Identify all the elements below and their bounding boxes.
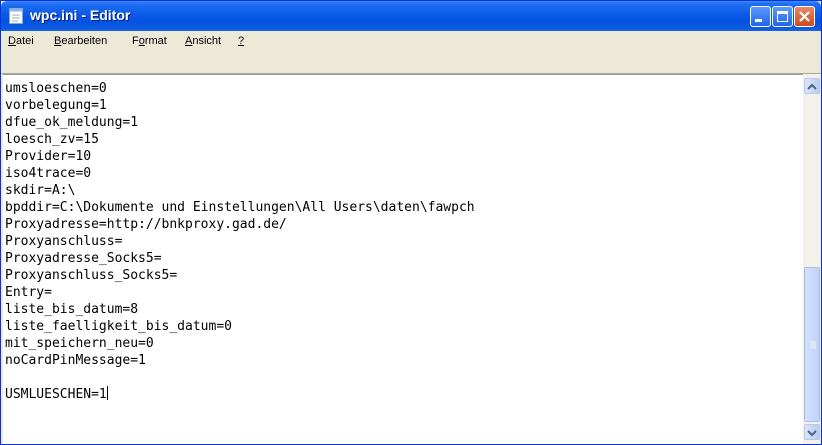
arrow-down-icon	[807, 430, 817, 437]
menu-item-help[interactable]: ?	[238, 35, 244, 47]
text-line: Proxyanschluss=	[5, 234, 123, 249]
text-caret	[106, 386, 108, 400]
vertical-scrollbar[interactable]	[803, 74, 821, 444]
minimize-button[interactable]	[750, 6, 771, 27]
text-line: bpddir=C:\Dokumente und Einstellungen\Al…	[5, 200, 475, 215]
menu-item-format[interactable]: Format	[132, 35, 167, 47]
text-line: dfue_ok_meldung=1	[5, 115, 139, 130]
text-line: Entry=	[5, 285, 52, 300]
arrow-up-icon	[807, 83, 817, 90]
menu-item-label: nsicht	[192, 35, 222, 47]
menu-item-ansicht[interactable]: Ansicht	[185, 35, 221, 47]
scrollbar-thumb[interactable]	[804, 267, 820, 422]
minimize-icon	[755, 19, 762, 22]
text-line: umsloeschen=0	[5, 81, 107, 96]
text-editor[interactable]: umsloeschen=0 vorbelegung=1 dfue_ok_meldun…	[3, 74, 803, 444]
text-line: Proxyadresse=http://bnkproxy.gad.de/	[5, 217, 287, 232]
text-line: USMLUESCHEN=1	[5, 386, 108, 402]
text-line: liste_bis_datum=8	[5, 302, 139, 317]
text-line: liste_faelligkeit_bis_datum=0	[5, 319, 232, 334]
mnemonic: D	[8, 35, 16, 47]
maximize-icon	[777, 11, 788, 22]
scroll-down-button[interactable]	[804, 424, 820, 440]
menu-item-bearbeiten[interactable]: Bearbeiten	[54, 35, 107, 47]
text-line: vorbelegung=1	[5, 98, 107, 113]
title-bar[interactable]: wpc.ini - Editor	[1, 1, 821, 31]
notepad-icon	[9, 8, 23, 24]
mnemonic: ?	[238, 35, 245, 47]
text-line: Proxyadresse_Socks5=	[5, 251, 162, 266]
text-line: Provider=10	[5, 149, 92, 164]
menu-bar: Datei Bearbeiten Format Ansicht ?	[1, 31, 821, 51]
maximize-button[interactable]	[772, 6, 793, 27]
menu-item-datei[interactable]: Datei	[8, 35, 34, 47]
grip-icon	[810, 341, 816, 349]
text-content[interactable]: umsloeschen=0 vorbelegung=1 dfue_ok_meldun…	[5, 80, 475, 403]
menu-item-label-pre: F	[132, 35, 139, 47]
scroll-up-button[interactable]	[804, 78, 820, 94]
menu-item-label: rmat	[144, 35, 167, 47]
text-line: loesch_zv=15	[5, 132, 99, 147]
menu-item-label: earbeiten	[61, 35, 108, 47]
editor-window: wpc.ini - Editor Datei Bearbeiten Format…	[0, 0, 822, 445]
close-button[interactable]	[794, 6, 815, 27]
text-line: Proxyanschluss_Socks5=	[5, 268, 178, 283]
menu-item-label: atei	[15, 35, 34, 47]
text-line: skdir=A:\	[5, 183, 76, 198]
text-line: iso4trace=0	[5, 166, 92, 181]
text-line	[5, 369, 475, 386]
text-line: noCardPinMessage=1	[5, 353, 146, 368]
text-line: mit_speichern_neu=0	[5, 336, 154, 351]
window-title: wpc.ini - Editor	[30, 7, 131, 23]
close-icon	[799, 11, 810, 22]
